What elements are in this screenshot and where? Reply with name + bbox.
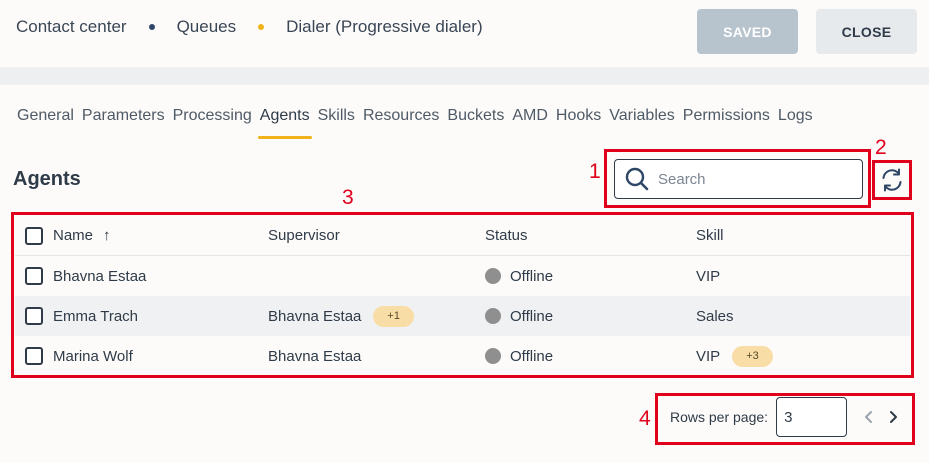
tab-parameters[interactable]: Parameters	[82, 107, 165, 139]
tab-variables[interactable]: Variables	[609, 107, 675, 139]
annotation-number-3: 3	[342, 186, 354, 209]
tab-general[interactable]: General	[17, 107, 74, 139]
breadcrumb-dialer: Dialer (Progressive dialer)	[286, 17, 483, 36]
tab-hooks[interactable]: Hooks	[556, 107, 601, 139]
breadcrumb-queues[interactable]: Queues	[177, 17, 237, 37]
tab-buckets[interactable]: Buckets	[447, 107, 504, 139]
breadcrumb-separator-dot	[148, 24, 155, 30]
section-title: Agents	[13, 168, 81, 190]
tab-permissions[interactable]: Permissions	[683, 107, 770, 139]
breadcrumb-separator-dot-active	[258, 24, 265, 30]
breadcrumb-contact-center[interactable]: Contact center	[16, 17, 127, 37]
annotation-box-search	[604, 149, 871, 208]
tab-bar: General Parameters Processing Agents Ski…	[17, 107, 821, 139]
tab-logs[interactable]: Logs	[778, 107, 813, 139]
annotation-box-refresh	[872, 160, 912, 200]
annotation-number-4: 4	[639, 407, 651, 430]
annotation-number-1: 1	[589, 160, 601, 183]
annotation-box-pagination	[655, 393, 915, 445]
annotation-number-2: 2	[875, 136, 887, 159]
saved-button[interactable]: SAVED	[697, 9, 798, 54]
top-bar: Contact center Queues Dialer (Progressiv…	[0, 0, 929, 67]
annotation-box-table	[11, 212, 914, 378]
tab-processing[interactable]: Processing	[173, 107, 252, 139]
tab-amd[interactable]: AMD	[512, 107, 548, 139]
close-button[interactable]: CLOSE	[816, 9, 917, 54]
tab-skills[interactable]: Skills	[318, 107, 355, 139]
tab-resources[interactable]: Resources	[363, 107, 439, 139]
breadcrumb: Contact center Queues Dialer (Progressiv…	[16, 17, 483, 37]
tab-agents[interactable]: Agents	[257, 107, 312, 139]
header-divider	[0, 67, 929, 85]
